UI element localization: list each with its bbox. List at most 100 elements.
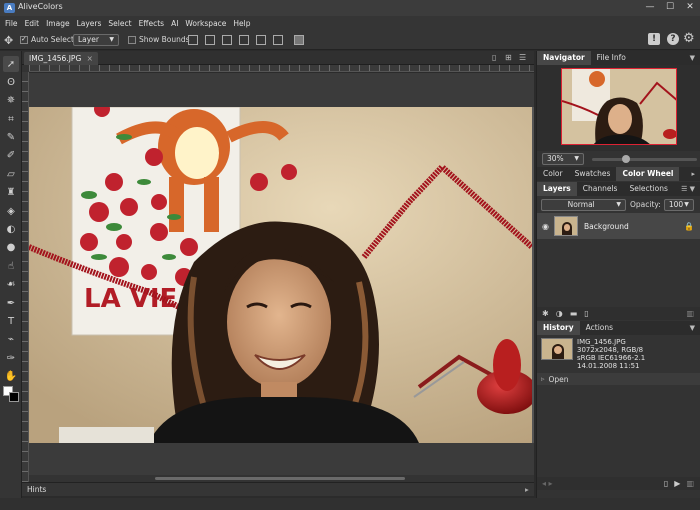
tab-file-info[interactable]: File Info	[591, 51, 632, 65]
document-tabs: IMG_1456.JPG × ▯ ⊞ ☰	[22, 51, 534, 65]
lasso-tool-icon[interactable]: ʘ	[3, 74, 19, 90]
hints-label: Hints	[27, 485, 47, 494]
menu-image[interactable]: Image	[46, 16, 70, 31]
background-color-swatch[interactable]	[9, 392, 19, 402]
tab-color[interactable]: Color	[537, 167, 569, 181]
tab-actions[interactable]: Actions	[580, 321, 619, 335]
show-bounds-checkbox[interactable]	[128, 35, 136, 44]
zoom-slider-handle[interactable]	[622, 154, 630, 163]
star-icon[interactable]: ✱	[542, 309, 549, 318]
maximize-button[interactable]: ☐	[660, 0, 680, 16]
eyedropper-icon[interactable]: ✎	[3, 130, 19, 146]
align-center-h-icon[interactable]	[205, 35, 215, 45]
hand-tool-icon[interactable]: ✋	[3, 369, 19, 385]
vertical-scrollbar[interactable]	[532, 107, 534, 443]
tab-layers[interactable]: Layers	[537, 182, 577, 196]
eye-icon[interactable]: ◉	[542, 222, 549, 231]
blend-mode-dropdown[interactable]: Normal ▼	[541, 198, 626, 211]
tab-history[interactable]: History	[537, 321, 580, 335]
gear-icon[interactable]: ⚙	[683, 31, 695, 46]
menu-ai[interactable]: AI	[171, 16, 178, 31]
tab-swatches[interactable]: Swatches	[569, 167, 617, 181]
distribute-icon[interactable]	[294, 35, 304, 45]
layer-options-row: Normal ▼ Opacity: 100 ▼	[537, 196, 700, 213]
auto-select-checkbox[interactable]	[20, 35, 28, 44]
history-snapshot[interactable]: IMG_1456.JPG 3072x2048, RGB/8 sRGB IEC61…	[537, 335, 700, 370]
footer-bar	[0, 498, 700, 510]
zoom-slider[interactable]	[592, 154, 697, 163]
menu-layers[interactable]: Layers	[77, 16, 102, 31]
horizontal-scroll-thumb[interactable]	[155, 477, 405, 480]
close-tab-icon[interactable]: ×	[87, 54, 93, 63]
menu-help[interactable]: Help	[233, 16, 250, 31]
alert-icon[interactable]: !	[648, 33, 660, 45]
minimize-button[interactable]: —	[640, 0, 660, 16]
crop-tool-icon[interactable]: ⌗	[3, 111, 19, 127]
ruler-corner	[22, 65, 29, 72]
document-tab[interactable]: IMG_1456.JPG ×	[24, 52, 98, 65]
expand-arrow-icon[interactable]: ▸	[691, 170, 695, 178]
help-icon[interactable]: ?	[667, 33, 679, 45]
menu-edit[interactable]: Edit	[25, 16, 40, 31]
text-tool-icon[interactable]: T	[3, 313, 19, 329]
menu-workspace[interactable]: Workspace	[185, 16, 226, 31]
magic-wand-icon[interactable]: ✵	[3, 93, 19, 109]
expand-hints-icon[interactable]: ▸	[525, 485, 529, 494]
panel-menu-icon[interactable]: ▼	[690, 324, 695, 332]
horizontal-ruler	[29, 65, 534, 72]
hand-brush-icon[interactable]: ☙	[3, 277, 19, 293]
layers-empty-area[interactable]	[537, 239, 700, 307]
tab-navigator[interactable]: Navigator	[537, 51, 591, 65]
navigator-thumbnail[interactable]	[561, 68, 677, 145]
menu-bar: File Edit Image Layers Select Effects AI…	[0, 16, 700, 31]
new-doc-icon[interactable]: ▯	[492, 53, 496, 62]
color-picker-icon[interactable]: ✑	[3, 350, 19, 366]
trash-icon[interactable]: ▥	[686, 479, 694, 488]
pen-tool-icon[interactable]: ✒	[3, 295, 19, 311]
navigator-preview[interactable]	[537, 65, 700, 151]
menu-select[interactable]: Select	[108, 16, 131, 31]
smudge-tool-icon[interactable]: ☝	[3, 258, 19, 274]
canvas-area[interactable]: LA VIE	[29, 73, 534, 482]
align-left-icon[interactable]	[188, 35, 198, 45]
adjustment-icon[interactable]: ◑	[556, 309, 563, 318]
new-layer-icon[interactable]: ▯	[584, 309, 588, 318]
bucket-tool-icon[interactable]: ◈	[3, 203, 19, 219]
dodge-tool-icon[interactable]: ●	[3, 240, 19, 256]
grid-view-icon[interactable]: ⊞	[505, 53, 512, 62]
close-button[interactable]: ✕	[680, 0, 700, 16]
undo-icon[interactable]: ◂ ▸	[542, 479, 553, 488]
blur-tool-icon[interactable]: ◐	[3, 222, 19, 238]
document-image[interactable]: LA VIE	[29, 107, 532, 443]
align-right-icon[interactable]	[222, 35, 232, 45]
horizontal-scrollbar[interactable]	[29, 475, 534, 482]
eraser-tool-icon[interactable]: ▱	[3, 166, 19, 182]
menu-effects[interactable]: Effects	[139, 16, 165, 31]
tab-channels[interactable]: Channels	[577, 182, 624, 196]
stamp-tool-icon[interactable]: ♜	[3, 185, 19, 201]
opacity-input[interactable]: 100 ▼	[663, 198, 694, 211]
menu-file[interactable]: File	[5, 16, 18, 31]
align-center-v-icon[interactable]	[256, 35, 266, 45]
layer-row[interactable]: ◉ Background 🔒	[537, 213, 700, 239]
tab-selections[interactable]: Selections	[623, 182, 673, 196]
panel-menu-icon[interactable]: ☰	[519, 53, 526, 62]
align-bottom-icon[interactable]	[273, 35, 283, 45]
opacity-value: 100	[668, 199, 684, 209]
play-icon[interactable]: ▶	[674, 479, 680, 488]
trash-icon[interactable]: ▥	[686, 309, 694, 318]
brush-tool-icon[interactable]: ✐	[3, 148, 19, 164]
folder-icon[interactable]: ▬	[570, 309, 578, 318]
lock-icon[interactable]: 🔒	[684, 222, 694, 231]
title-bar: A AliveColors — ☐ ✕	[0, 0, 700, 16]
panel-menu-icon[interactable]: ▼	[690, 54, 695, 62]
auto-select-target-dropdown[interactable]: Layer ▼	[73, 34, 119, 46]
tab-color-wheel[interactable]: Color Wheel	[616, 167, 680, 181]
path-tool-icon[interactable]: ⌁	[3, 332, 19, 348]
panel-menu-icon[interactable]: ☰ ▼	[681, 185, 695, 193]
history-step[interactable]: ▹ Open	[537, 373, 700, 385]
align-top-icon[interactable]	[239, 35, 249, 45]
zoom-dropdown[interactable]: 30% ▼	[542, 153, 584, 165]
move-tool-icon[interactable]: ➚	[3, 56, 19, 72]
snapshot-icon[interactable]: ▯	[664, 479, 668, 488]
